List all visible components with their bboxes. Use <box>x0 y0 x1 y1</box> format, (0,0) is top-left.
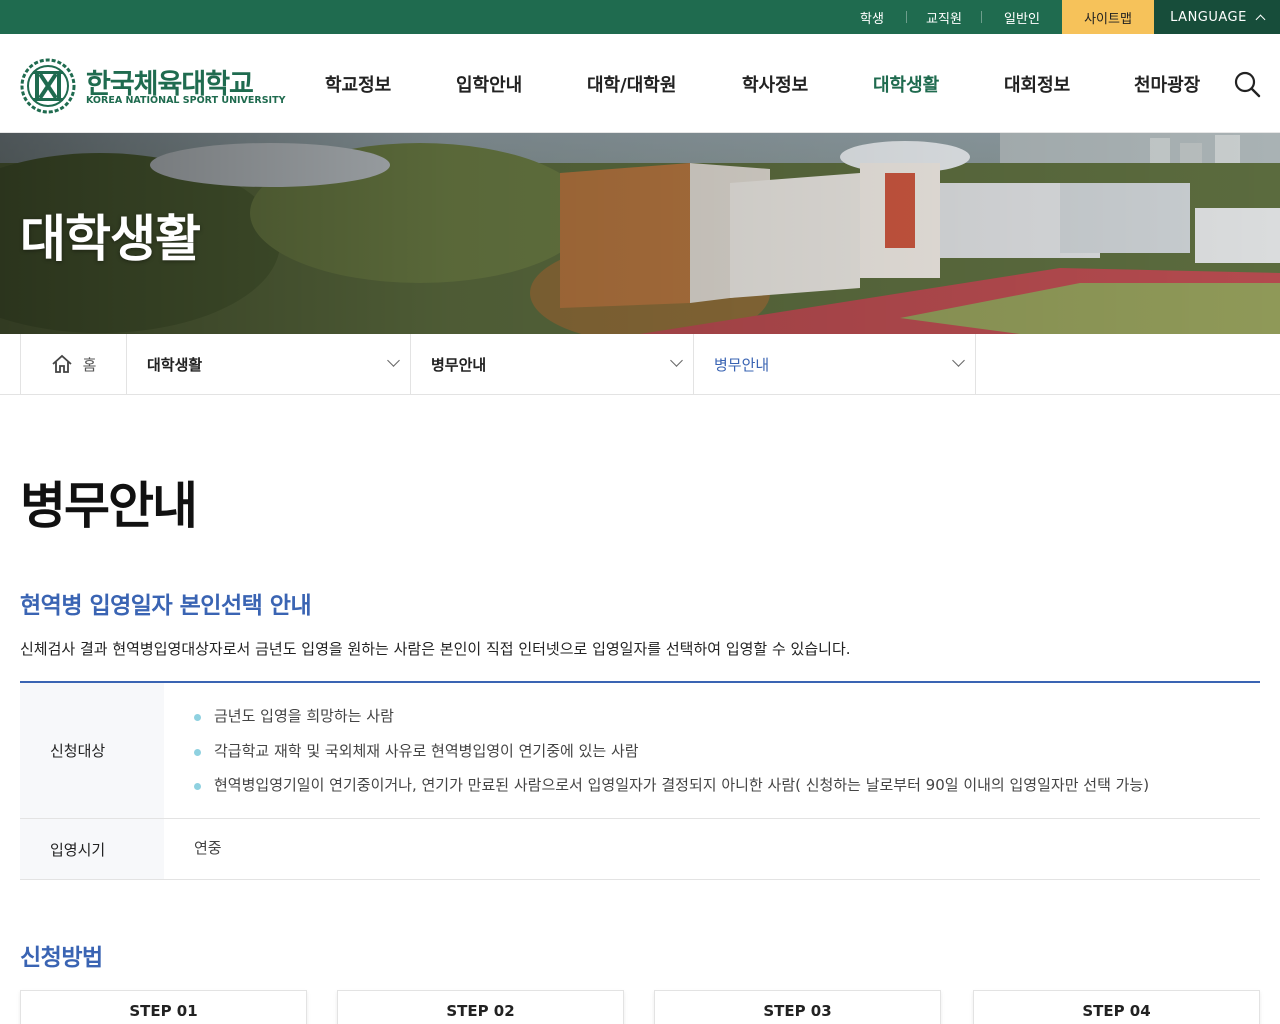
util-link-public[interactable]: 일반인 <box>982 0 1062 34</box>
breadcrumb-level2-label: 병무안내 <box>431 355 487 374</box>
chevron-down-icon <box>952 354 965 367</box>
logo-name-english: KOREA NATIONAL SPORT UNIVERSITY <box>86 95 286 106</box>
nav-item-competitions[interactable]: 대회정보 <box>1004 34 1070 133</box>
breadcrumb: 홈 대학생활 병무안내 병무안내 <box>0 334 1280 395</box>
table-row: 신청대상 금년도 입영을 희망하는 사람 각급학교 재학 및 국외체재 사유로 … <box>20 683 1260 819</box>
util-link-student[interactable]: 학생 <box>838 0 906 34</box>
chevron-up-icon <box>1255 14 1266 24</box>
step-card-4: STEP 04 <box>973 990 1260 1024</box>
section-intro-text: 신체검사 결과 현역병입영대상자로서 금년도 입영을 원하는 사람은 본인이 직… <box>20 640 851 658</box>
row-header-eligibility: 신청대상 <box>20 683 164 818</box>
breadcrumb-home[interactable]: 홈 <box>20 334 126 394</box>
breadcrumb-level2-select[interactable]: 병무안내 <box>410 334 693 394</box>
language-label: LANGUAGE <box>1170 9 1247 25</box>
enlistment-period-value: 연중 <box>194 839 222 857</box>
home-icon <box>51 354 72 373</box>
step-card-1: STEP 01 <box>20 990 307 1024</box>
step-list: STEP 01 STEP 02 STEP 03 STEP 04 <box>20 990 1260 1024</box>
page-title: 병무안내 <box>20 477 198 535</box>
nav-item-academics[interactable]: 학사정보 <box>742 34 808 133</box>
list-item: 금년도 입영을 희망하는 사람 <box>194 699 1230 734</box>
section-title-enlistment-date: 현역병 입영일자 본인선택 안내 <box>20 593 312 619</box>
row-header-enlistment-period: 입영시기 <box>20 819 164 879</box>
row-content-eligibility: 금년도 입영을 희망하는 사람 각급학교 재학 및 국외체재 사유로 현역병입영… <box>164 683 1260 803</box>
language-button[interactable]: LANGUAGE <box>1154 0 1280 34</box>
banner-title: 대학생활 <box>20 210 201 268</box>
step-card-3: STEP 03 <box>654 990 941 1024</box>
breadcrumb-level1-select[interactable]: 대학생활 <box>126 334 410 394</box>
nav-item-colleges[interactable]: 대학/대학원 <box>587 34 676 133</box>
chevron-down-icon <box>387 354 400 367</box>
site-logo[interactable]: 한국체육대학교 KOREA NATIONAL SPORT UNIVERSITY <box>20 58 285 114</box>
chevron-down-icon <box>670 354 683 367</box>
row-content-enlistment-period: 연중 <box>164 819 1260 877</box>
step-card-2: STEP 02 <box>337 990 624 1024</box>
list-item: 현역병입영기일이 연기중이거나, 연기가 만료된 사람으로서 입영일자가 결정되… <box>194 768 1230 803</box>
sitemap-button[interactable]: 사이트맵 <box>1062 0 1154 34</box>
breadcrumb-level3-select[interactable]: 병무안내 <box>693 334 976 394</box>
section-title-application-method: 신청방법 <box>20 945 103 971</box>
nav-item-community[interactable]: 천마광장 <box>1134 34 1200 133</box>
table-row: 입영시기 연중 <box>20 819 1260 880</box>
hero-banner: 대학생활 <box>0 133 1280 334</box>
university-emblem-icon <box>20 58 76 114</box>
breadcrumb-level1-label: 대학생활 <box>147 355 203 374</box>
list-item: 각급학교 재학 및 국외체재 사유로 현역병입영이 연기중에 있는 사람 <box>194 734 1230 769</box>
site-header: 한국체육대학교 KOREA NATIONAL SPORT UNIVERSITY … <box>0 34 1280 133</box>
nav-item-school-info[interactable]: 학교정보 <box>325 34 391 133</box>
nav-item-campus-life[interactable]: 대학생활 <box>873 34 939 133</box>
util-link-staff[interactable]: 교직원 <box>907 0 981 34</box>
info-table: 신청대상 금년도 입영을 희망하는 사람 각급학교 재학 및 국외체재 사유로 … <box>20 681 1260 880</box>
nav-item-admission[interactable]: 입학안내 <box>456 34 522 133</box>
breadcrumb-home-label: 홈 <box>82 355 97 374</box>
search-icon <box>1234 71 1261 98</box>
breadcrumb-level3-label: 병무안내 <box>714 355 770 374</box>
top-utility-bar: 학생 교직원 일반인 사이트맵 LANGUAGE <box>0 0 1280 34</box>
search-button[interactable] <box>1233 70 1261 98</box>
